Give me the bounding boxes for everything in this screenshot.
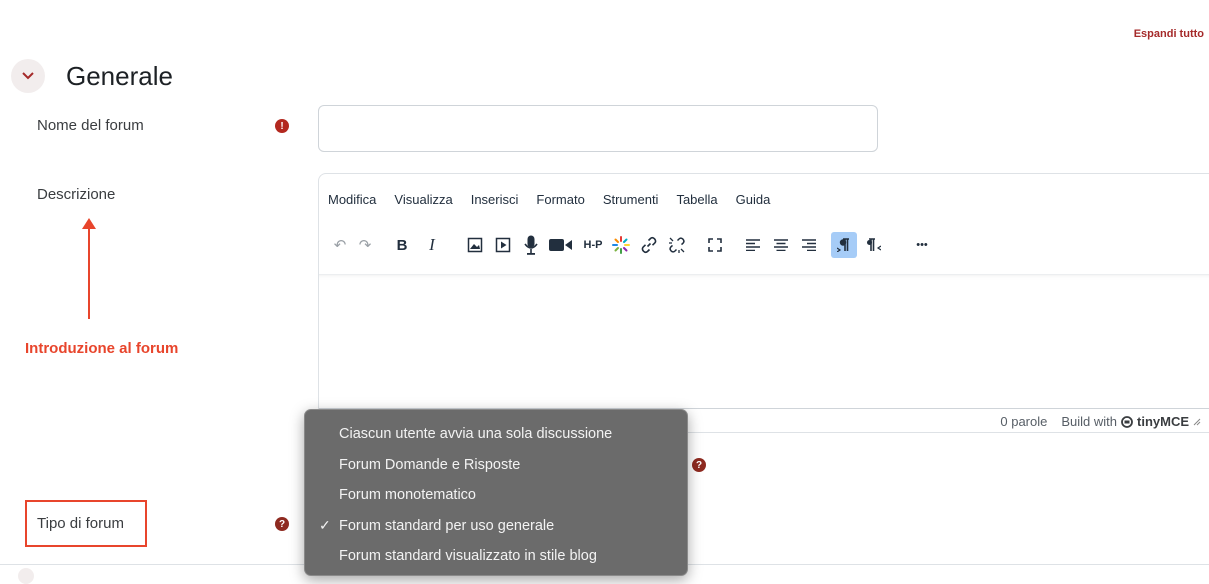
dropdown-option-selected[interactable]: ✓ Forum standard per uso generale [305, 511, 687, 542]
unlink-icon[interactable] [665, 232, 689, 258]
forum-type-help-icon[interactable]: ? [275, 517, 289, 531]
annotation-highlight-box [25, 500, 147, 547]
menu-inserisci[interactable]: Inserisci [471, 192, 519, 207]
required-icon: ! [275, 119, 289, 133]
menu-guida[interactable]: Guida [736, 192, 771, 207]
align-left-icon[interactable] [741, 232, 765, 258]
tinymce-logo-icon [1121, 415, 1133, 428]
menu-formato[interactable]: Formato [536, 192, 584, 207]
branding-prefix: Build with [1061, 414, 1117, 429]
editor-statusbar: 0 parole Build with tinyMCE [1000, 414, 1201, 429]
dropdown-option[interactable]: Forum Domande e Risposte [305, 450, 687, 481]
help-icon[interactable]: ? [692, 458, 706, 472]
menu-tabella[interactable]: Tabella [676, 192, 717, 207]
undo-icon[interactable]: ↶ [329, 232, 351, 258]
media-icon[interactable] [491, 232, 515, 258]
h5p-icon[interactable]: H-P [579, 232, 607, 258]
menu-modifica[interactable]: Modifica [328, 192, 376, 207]
video-camera-icon[interactable] [547, 232, 575, 258]
word-count: 0 parole [1000, 414, 1048, 429]
branding-name: tinyMCE [1137, 414, 1189, 429]
annotation-label: Introduzione al forum [25, 340, 179, 357]
annotation-arrow-line [88, 226, 90, 319]
more-options-icon[interactable]: ••• [909, 232, 935, 258]
rtl-paragraph-icon[interactable] [861, 232, 887, 258]
editor-menubar: Modifica Visualizza Inserisci Formato St… [328, 192, 788, 207]
chevron-down-icon [22, 72, 34, 80]
next-section-toggle[interactable] [18, 568, 34, 584]
editor-content-area[interactable] [319, 274, 1209, 409]
image-icon[interactable] [463, 232, 487, 258]
ltr-paragraph-icon[interactable] [831, 232, 857, 258]
dropdown-option[interactable]: Ciascun utente avvia una sola discussion… [305, 419, 687, 450]
fullscreen-icon[interactable] [703, 232, 727, 258]
expand-all-link[interactable]: Espandi tutto [1134, 28, 1204, 40]
dropdown-option[interactable]: Forum monotematico [305, 480, 687, 511]
redo-icon[interactable]: ↷ [354, 232, 376, 258]
description-label: Descrizione [37, 186, 116, 203]
dropdown-option[interactable]: Forum standard visualizzato in stile blo… [305, 541, 687, 572]
align-right-icon[interactable] [797, 232, 821, 258]
menu-visualizza[interactable]: Visualizza [394, 192, 452, 207]
italic-icon[interactable]: I [421, 232, 443, 258]
ai-sparkle-icon[interactable] [609, 232, 633, 258]
editor-toolbar: ↶ ↷ B I H-P ••• [329, 232, 1189, 260]
align-center-icon[interactable] [769, 232, 793, 258]
microphone-icon[interactable] [519, 232, 543, 258]
section-title: Generale [66, 61, 173, 91]
section-collapse-toggle[interactable] [11, 59, 45, 93]
link-icon[interactable] [637, 232, 661, 258]
menu-strumenti[interactable]: Strumenti [603, 192, 659, 207]
resize-handle-icon[interactable] [1193, 418, 1201, 426]
tinymce-branding[interactable]: Build with tinyMCE [1061, 414, 1201, 429]
bold-icon[interactable]: B [391, 232, 413, 258]
forum-type-dropdown: Ciascun utente avvia una sola discussion… [304, 409, 688, 576]
rich-text-editor: Modifica Visualizza Inserisci Formato St… [318, 173, 1209, 433]
check-icon: ✓ [319, 517, 331, 534]
forum-name-input[interactable] [318, 105, 878, 152]
forum-name-label: Nome del forum [37, 117, 144, 134]
